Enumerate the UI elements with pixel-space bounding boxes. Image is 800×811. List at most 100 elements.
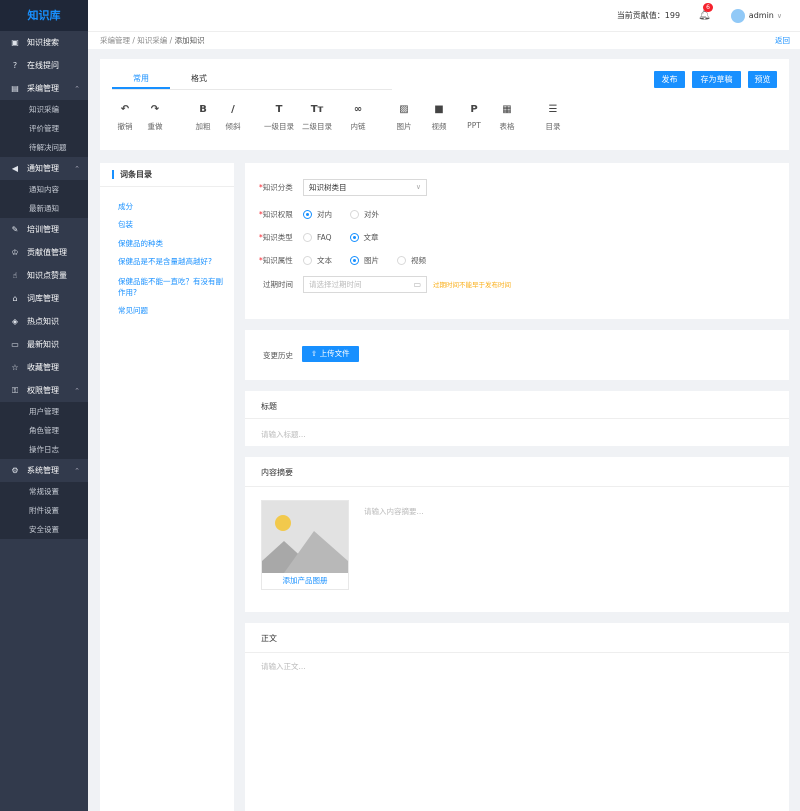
toc-item[interactable]: 包装 — [118, 219, 226, 230]
toc-item[interactable]: 常见问题 — [118, 305, 226, 316]
tool-italic[interactable]: / 倾斜 — [216, 103, 250, 132]
toc-item[interactable]: 成分 — [118, 201, 226, 212]
attr-radio-group: 文本 图片 视频 — [303, 255, 444, 266]
notification-bell[interactable]: 🔔︎ 6 — [698, 3, 713, 21]
tool-bold[interactable]: B 加粗 — [186, 103, 220, 132]
tool-video[interactable]: ■ 视频 — [422, 103, 456, 132]
radio-circle[interactable] — [303, 232, 312, 242]
summary-card: 内容摘要 添加产品图册 请输入内容摘要... — [245, 457, 789, 612]
body-card: 正文 请输入正文... — [245, 623, 789, 811]
breadcrumb-item[interactable]: 采编管理 — [100, 36, 130, 45]
upload-file-button[interactable]: ⇧ 上传文件 — [302, 346, 359, 362]
radio-circle[interactable] — [349, 232, 359, 242]
body-input[interactable]: 请输入正文... — [261, 661, 306, 672]
sidebar-item[interactable]: ⚙ 系统管理 ⌃ — [0, 459, 88, 482]
tool-heading2[interactable]: Tт 二级目录 — [300, 103, 334, 132]
sidebar-item[interactable]: ✎ 培训管理 — [0, 218, 88, 241]
attr-label: *知识属性 — [259, 255, 293, 265]
sidebar-item-label: 在线提问 — [27, 61, 59, 70]
sidebar-subitem[interactable]: 通知内容 — [0, 180, 88, 199]
sidebar-subitem[interactable]: 评价管理 — [0, 119, 88, 138]
radio-circle[interactable] — [350, 209, 359, 219]
gear-icon: ⚙ — [11, 466, 19, 475]
title-divider — [245, 418, 789, 419]
permission-icon: ⚿ — [11, 385, 19, 395]
radio-attr-option[interactable]: 图片 — [350, 255, 379, 266]
add-product-album-label[interactable]: 添加产品图册 — [262, 573, 348, 589]
tool-label: 图片 — [396, 122, 412, 131]
undo-icon: ↶ — [120, 104, 130, 115]
sidebar-item-label: 知识点赞量 — [27, 271, 67, 280]
sidebar-subitem[interactable]: 知识采编 — [0, 100, 88, 119]
radio-circle[interactable] — [350, 255, 359, 265]
radio-type-option[interactable]: FAQ — [303, 232, 332, 243]
image-icon: ▨ — [399, 104, 409, 115]
tool-table[interactable]: ▦ 表格 — [490, 103, 524, 132]
radio-circle[interactable] — [397, 255, 406, 265]
sidebar-item[interactable]: ? 在线提问 — [0, 54, 88, 77]
tool-heading1[interactable]: T 一级目录 — [262, 103, 296, 132]
sidebar-subitem[interactable]: 角色管理 — [0, 421, 88, 440]
home-icon: ⌂ — [12, 294, 18, 303]
radio-scope-option[interactable]: 对内 — [303, 209, 332, 220]
expire-date-input[interactable]: 请选择过期时间 ▭ — [303, 275, 427, 293]
sidebar-subitem[interactable]: 安全设置 — [0, 520, 88, 539]
radio-scope-option[interactable]: 对外 — [350, 209, 379, 220]
tool-link[interactable]: ∞ 内链 — [341, 103, 375, 132]
sidebar-item[interactable]: ◀ 通知管理 ⌃ — [0, 157, 88, 180]
radio-circle[interactable] — [303, 255, 312, 265]
radio-attr-option[interactable]: 文本 — [303, 255, 332, 266]
sidebar-item[interactable]: ♔ 贡献值管理 — [0, 241, 88, 264]
save-draft-button[interactable]: 存为草稿 — [692, 71, 741, 88]
tab-format[interactable]: 格式 — [170, 69, 228, 89]
sidebar-item[interactable]: ▣ 知识搜索 — [0, 31, 88, 54]
publish-button[interactable]: 发布 — [654, 71, 685, 88]
sidebar-item[interactable]: ⌂ 词库管理 — [0, 287, 88, 310]
redo-icon: ↷ — [150, 104, 160, 115]
sidebar-item[interactable]: ◈ 热点知识 — [0, 310, 88, 333]
type-label: *知识类型 — [259, 232, 293, 242]
sidebar-item[interactable]: ▭ 最新知识 — [0, 333, 88, 356]
sidebar-subitem[interactable]: 待解决问题 — [0, 138, 88, 157]
radio-type-option[interactable]: 文章 — [349, 232, 379, 243]
toc-title: 词条目录 — [112, 170, 152, 179]
toc-divider — [100, 186, 234, 187]
product-image-upload[interactable]: 添加产品图册 — [261, 500, 349, 590]
radio-circle[interactable] — [303, 209, 312, 219]
sidebar-subitem[interactable]: 最新通知 — [0, 199, 88, 218]
sidebar-subitem[interactable]: 用户管理 — [0, 402, 88, 421]
sidebar-item[interactable]: ▤ 采编管理 ⌃ — [0, 77, 88, 100]
sidebar-item[interactable]: ⚿ 权限管理 ⌃ — [0, 379, 88, 402]
toc-item[interactable]: 保健品是不是含量越高越好? — [118, 256, 226, 267]
tool-undo[interactable]: ↶ 撤销 — [108, 103, 142, 132]
chevron-down-icon[interactable]: ∨ — [777, 12, 782, 20]
user-name[interactable]: admin — [749, 11, 774, 20]
toc-item[interactable]: 保健品能不能一直吃？有没有副作用? — [118, 276, 226, 298]
category-select[interactable]: 知识树类目 ∨ — [303, 178, 427, 196]
summary-input[interactable]: 请输入内容摘要... — [364, 506, 424, 517]
history-label: 变更历史 — [263, 351, 293, 360]
scope-row: *知识权限 对内 对外 — [259, 206, 397, 222]
toc-item[interactable]: 保健品的种类 — [118, 238, 226, 249]
radio-attr-option[interactable]: 视频 — [397, 255, 426, 266]
tool-image[interactable]: ▨ 图片 — [387, 103, 421, 132]
scope-label: *知识权限 — [259, 209, 293, 219]
upload-label: 上传文件 — [319, 349, 350, 358]
preview-button[interactable]: 预览 — [748, 71, 777, 88]
tool-redo[interactable]: ↷ 重做 — [138, 103, 172, 132]
tool-toc[interactable]: ☰ 目录 — [536, 103, 570, 132]
breadcrumb-item[interactable]: 知识采编 — [137, 36, 167, 45]
tool-label: 表格 — [499, 122, 515, 131]
sidebar-item[interactable]: ☆ 收藏管理 — [0, 356, 88, 379]
sidebar-subitem[interactable]: 常规设置 — [0, 482, 88, 501]
sidebar-subitem[interactable]: 操作日志 — [0, 440, 88, 459]
tab-common[interactable]: 常用 — [112, 69, 170, 89]
training-icon: ✎ — [11, 225, 19, 234]
avatar[interactable] — [730, 8, 745, 23]
tool-ppt[interactable]: P PPT — [457, 103, 491, 130]
title-input[interactable]: 请输入标题... — [261, 429, 306, 440]
sidebar-item[interactable]: ☝ 知识点赞量 — [0, 264, 88, 287]
sidebar-item-label: 系统管理 — [27, 466, 59, 475]
sidebar-subitem[interactable]: 附件设置 — [0, 501, 88, 520]
back-link[interactable]: 返回 — [775, 35, 790, 46]
